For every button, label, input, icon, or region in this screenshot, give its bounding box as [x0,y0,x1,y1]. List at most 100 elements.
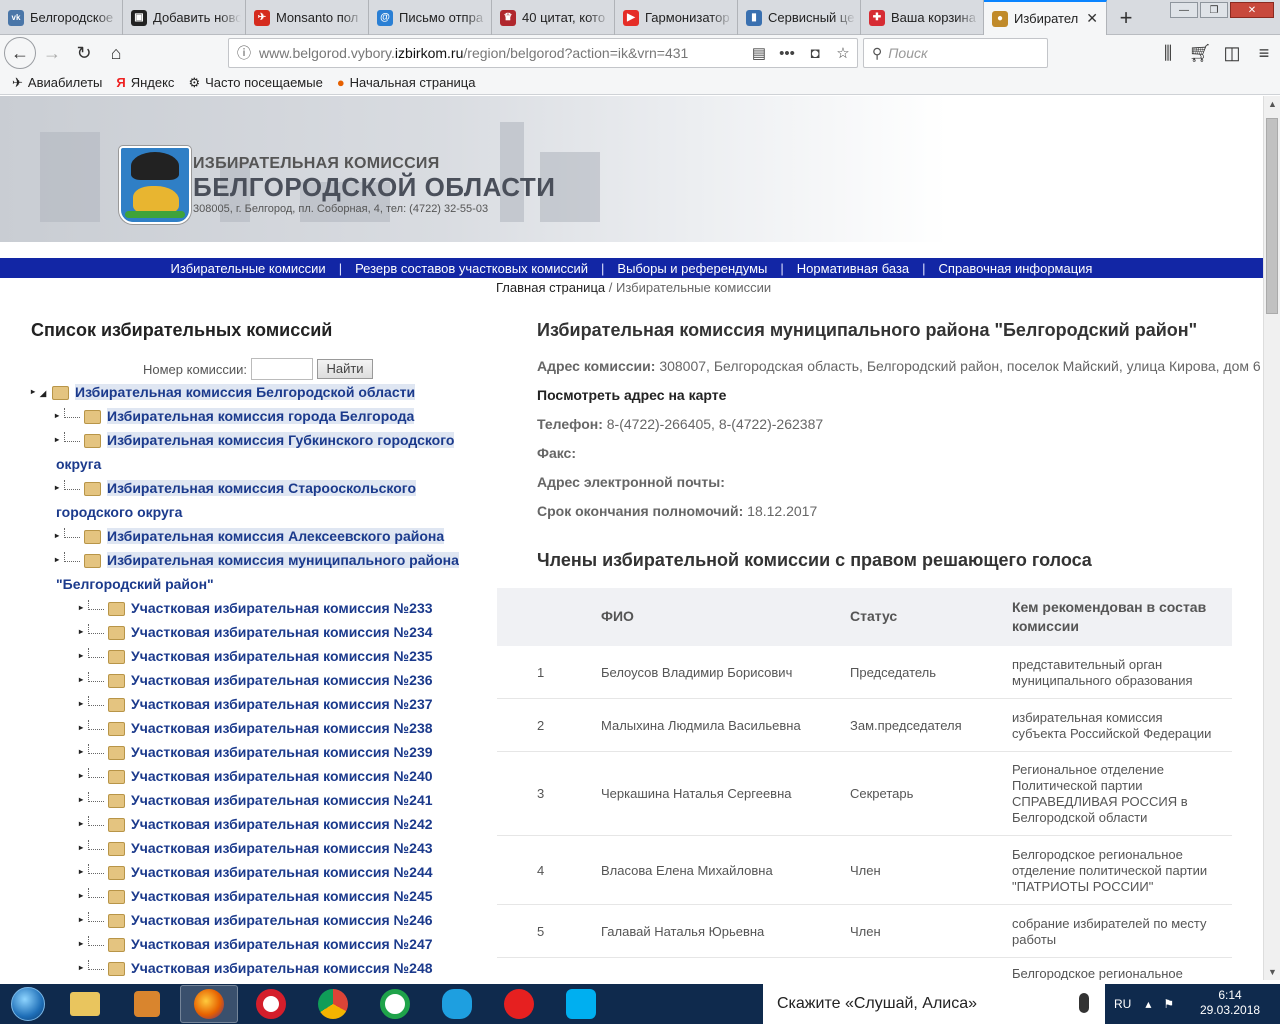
tree-node-label[interactable]: Участковая избирательная комиссия №241 [131,792,433,808]
tree-node-district[interactable]: ▸ Избирательная комиссия муниципального р… [55,552,459,568]
new-tab-button[interactable]: + [1107,0,1145,35]
tree-node-label[interactable]: Участковая избирательная комиссия №237 [131,696,433,712]
tree-node-uik[interactable]: ▸ Участковая избирательная комиссия №248 [79,960,433,976]
expand-arrow-icon[interactable]: ▸ [55,555,64,564]
tree-node-uik[interactable]: ▸ Участковая избирательная комиссия №236 [79,672,433,688]
forward-button[interactable]: → [36,37,68,69]
browser-tab[interactable]: @ Письмо отпра [369,0,492,35]
tree-node-root[interactable]: ▸ ◢ Избирательная комиссия Белгородской об… [31,384,416,400]
tree-node-label[interactable]: Участковая избирательная комиссия №242 [131,816,433,832]
expand-arrow-icon[interactable]: ▸ [79,675,88,684]
pocket-icon[interactable]: ◘ [801,45,829,62]
tree-node-uik[interactable]: ▸ Участковая избирательная комиссия №238 [79,720,433,736]
tree-node-label-continuation[interactable]: городского округа [56,504,182,520]
bookmark-aviabilety[interactable]: ✈ Авиабилеты [12,75,102,91]
expand-arrow-icon[interactable]: ▸ [79,963,88,972]
expand-arrow-icon[interactable]: ▸ [79,603,88,612]
tree-node-label[interactable]: Избирательная комиссия Старооскольского [107,480,416,496]
expand-arrow-icon[interactable]: ▸ [79,939,88,948]
taskbar-yandex[interactable] [490,985,548,1023]
menu-item-reserve[interactable]: Резерв составов участковых комиссий [343,261,600,276]
search-input[interactable]: ⚲ Поиск [863,38,1048,68]
tree-node-uik[interactable]: ▸ Участковая избирательная комиссия №247 [79,936,433,952]
tree-node-label[interactable]: Избирательная комиссия Губкинского город… [107,432,455,448]
browser-tab[interactable]: vk Белгородское [0,0,123,35]
browser-tab[interactable]: ♛ 40 цитат, кото [492,0,615,35]
expand-arrow-icon[interactable]: ▸ [79,771,88,780]
scroll-down-icon[interactable]: ▼ [1264,964,1280,980]
tree-node-district[interactable]: ▸ Избирательная комиссия Алексеевского ра… [55,528,445,544]
tree-node-uik[interactable]: ▸ Участковая избирательная комиссия №241 [79,792,433,808]
taskbar-firefox[interactable] [180,985,238,1023]
menu-item-normative[interactable]: Нормативная база [785,261,921,276]
maximize-button[interactable]: ❐ [1200,2,1228,18]
back-button[interactable]: ← [4,37,36,69]
page-actions-icon[interactable]: ••• [773,45,801,62]
minimize-button[interactable]: — [1170,2,1198,18]
system-clock[interactable]: 6:14 29.03.2018 [1200,988,1260,1018]
breadcrumb-home-link[interactable]: Главная страница [496,280,605,295]
expand-arrow-icon[interactable]: ▸ [55,435,64,444]
browser-tab[interactable]: ✈ Monsanto пол [246,0,369,35]
tree-node-district[interactable]: ▸ Избирательная комиссия города Белгорода [55,408,415,424]
expand-arrow-icon[interactable]: ▸ [55,483,64,492]
tree-node-label-continuation[interactable]: "Белгородский район" [56,576,214,592]
coat-of-arms-logo[interactable] [119,146,191,224]
tree-node-label[interactable]: Участковая избирательная комиссия №243 [131,840,433,856]
tree-node-uik[interactable]: ▸ Участковая избирательная комиссия №233 [79,600,433,616]
tree-node-uik[interactable]: ▸ Участковая избирательная комиссия №242 [79,816,433,832]
tree-node-uik[interactable]: ▸ Участковая избирательная комиссия №240 [79,768,433,784]
tree-node-uik[interactable]: ▸ Участковая избирательная комиссия №246 [79,912,433,928]
find-button[interactable]: Найти [317,359,374,379]
tree-node-label-continuation[interactable]: округа [56,456,101,472]
tree-node-label[interactable]: Участковая избирательная комиссия №248 [131,960,433,976]
browser-tab[interactable]: ✚ Ваша корзина [861,0,984,35]
bookmark-most-visited[interactable]: ⚙ Часто посещаемые [188,75,322,91]
start-button[interactable] [0,984,56,1024]
browser-tab[interactable]: ▮ Сервисный це [738,0,861,35]
tree-node-uik[interactable]: ▸ Участковая избирательная комиссия №239 [79,744,433,760]
tree-node-uik[interactable]: ▸ Участковая избирательная комиссия №234 [79,624,433,640]
close-window-button[interactable]: ✕ [1230,2,1274,18]
taskbar-skype[interactable] [552,985,610,1023]
menu-item-reference[interactable]: Справочная информация [927,261,1105,276]
tree-node-label[interactable]: Участковая избирательная комиссия №235 [131,648,433,664]
expand-arrow-icon[interactable]: ▸ [31,387,40,396]
taskbar-explorer[interactable] [56,985,114,1023]
commission-number-input[interactable] [251,358,314,380]
tree-node-district[interactable]: ▸ Избирательная комиссия Старооскольского [55,480,416,496]
menu-item-elections[interactable]: Выборы и референдумы [605,261,779,276]
tree-node-label[interactable]: Участковая избирательная комиссия №245 [131,888,433,904]
reload-button[interactable]: ↻ [68,37,100,69]
tree-node-label[interactable]: Участковая избирательная комиссия №236 [131,672,433,688]
expand-arrow-icon[interactable]: ▸ [79,795,88,804]
expand-arrow-icon[interactable]: ▸ [79,915,88,924]
tree-node-label[interactable]: Избирательная комиссия города Белгорода [107,408,415,424]
expand-arrow-icon[interactable]: ▸ [79,627,88,636]
tree-node-label[interactable]: Избирательная комиссия Белгородской обла… [75,384,416,400]
expand-arrow-icon[interactable]: ▸ [55,411,64,420]
language-indicator[interactable]: RU [1114,997,1131,1011]
tree-node-label[interactable]: Избирательная комиссия муниципального ра… [107,552,459,568]
action-center-flag-icon[interactable]: ⚑ [1163,997,1174,1011]
tree-node-district[interactable]: ▸ Избирательная комиссия Губкинского горо… [55,432,455,448]
tree-node-label[interactable]: Избирательная комиссия Алексеевского рай… [107,528,445,544]
library-icon[interactable]: ⫼ [1152,37,1184,69]
tree-node-label[interactable]: Участковая избирательная комиссия №239 [131,744,433,760]
tree-node-label[interactable]: Участковая избирательная комиссия №238 [131,720,433,736]
tree-node-uik[interactable]: ▸ Участковая избирательная комиссия №237 [79,696,433,712]
expand-arrow-icon[interactable]: ▸ [79,723,88,732]
taskbar-chrome[interactable] [304,985,362,1023]
bookmark-star-icon[interactable]: ☆ [829,44,857,62]
menu-item-commissions[interactable]: Избирательные комиссии [159,261,338,276]
microphone-icon[interactable] [1079,993,1089,1013]
taskbar-app-green[interactable] [366,985,424,1023]
tree-node-uik[interactable]: ▸ Участковая избирательная комиссия №235 [79,648,433,664]
scrollbar-thumb[interactable] [1266,118,1278,314]
vertical-scrollbar[interactable]: ▲ ▼ [1263,96,1280,980]
tree-node-label[interactable]: Участковая избирательная комиссия №244 [131,864,433,880]
taskbar-media-player[interactable] [118,985,176,1023]
tree-node-label[interactable]: Участковая избирательная комиссия №247 [131,936,433,952]
expand-arrow-icon[interactable]: ▸ [79,747,88,756]
bookmark-start-page[interactable]: ● Начальная страница [337,75,476,90]
